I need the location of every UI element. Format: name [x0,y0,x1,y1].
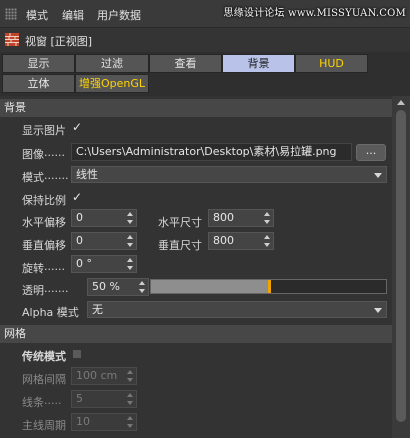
v-size-input[interactable]: 800 [208,232,274,250]
rotate-value: 0 ° [76,257,92,270]
tab-filter[interactable]: 过滤 [75,54,149,73]
mode-label-dots: ....... [44,169,69,182]
section-background-header[interactable]: 背景 [0,99,392,117]
keep-ratio-label: 保持比例 [22,194,66,207]
slider-handle[interactable] [268,280,271,293]
h-size-label: 水平尺寸 [158,216,202,229]
section-grid-header[interactable]: 网格 [0,325,392,343]
image-path-field[interactable]: C:\Users\Administrator\Desktop\素材\易拉罐.pn… [71,143,352,161]
v-size-label: 垂直尺寸 [158,239,202,252]
major-line-label: 主线周期 [22,419,66,432]
h-offset-label: 水平偏移 [22,216,66,229]
chevron-down-icon [374,308,382,313]
stepper-arrows-icon[interactable] [127,393,133,405]
alpha-mode-label: Alpha 模式 [22,306,79,319]
alpha-mode-dropdown[interactable]: 无 [87,301,387,318]
grid-spacing-value: 100 cm [76,369,118,382]
rotate-input[interactable]: 0 ° [71,255,137,273]
v-offset-value: 0 [76,234,83,247]
stepper-arrows-icon[interactable] [127,258,133,270]
mode-label: 模式 [22,171,44,184]
stepper-arrows-icon[interactable] [264,235,270,247]
mode-dropdown[interactable]: 线性 [71,166,387,183]
menu-mode[interactable]: 模式 [26,7,48,23]
legacy-mode-label: 传统模式 [22,350,66,363]
watermark: 思缘设计论坛 www.MISSYUAN.COM [223,8,406,19]
grid-spacing-input[interactable]: 100 cm [71,367,137,385]
rotate-label-dots: ...... [44,260,65,273]
stepper-arrows-icon[interactable] [127,212,133,224]
tab-background[interactable]: 背景 [222,54,295,73]
grid-lines-input[interactable]: 5 [71,390,137,408]
show-image-label: 显示图片 [22,124,66,137]
major-line-value: 10 [76,415,90,428]
h-size-input[interactable]: 800 [208,209,274,227]
brick-wall-icon [5,33,19,46]
browse-button[interactable]: ... [356,144,386,161]
alpha-mode-value: 无 [92,303,103,316]
menu-edit[interactable]: 编辑 [62,7,84,23]
grid-spacing-label: 网格间隔 [22,373,66,386]
slider-track-empty [269,280,386,293]
tab-stereo[interactable]: 立体 [2,74,75,93]
mode-dropdown-value: 线性 [76,168,98,181]
tab-hud[interactable]: HUD [295,54,368,73]
grid-lines-label: 线条 [22,396,44,409]
v-offset-label: 垂直偏移 [22,239,66,252]
scroll-up-arrow-icon[interactable] [397,100,405,105]
show-image-checkbox[interactable]: ✓ [72,120,82,134]
rotate-label: 旋转 [22,262,44,275]
tab-enhanced-opengl[interactable]: 增强OpenGL [75,74,149,93]
attributes-panel: 背景 显示图片 ✓ 图像 ...... C:\Users\Administrat… [0,96,392,438]
stepper-arrows-icon[interactable] [127,416,133,428]
stepper-arrows-icon[interactable] [264,212,270,224]
stepper-arrows-icon[interactable] [139,281,145,293]
v-offset-input[interactable]: 0 [71,232,137,250]
transparency-slider[interactable] [150,279,387,294]
grid-lines-label-dots: ..... [44,394,62,407]
transparency-label-dots: ....... [44,282,69,295]
tab-view[interactable]: 查看 [149,54,222,73]
stepper-arrows-icon[interactable] [127,370,133,382]
h-offset-value: 0 [76,211,83,224]
major-line-input[interactable]: 10 [71,413,137,431]
tab-display[interactable]: 显示 [2,54,75,73]
scroll-thumb[interactable] [396,110,406,422]
menu-user-data[interactable]: 用户数据 [97,7,141,23]
grip-icon[interactable] [5,8,17,20]
menu-bar: 模式 编辑 用户数据 思缘设计论坛 www.MISSYUAN.COM [0,0,410,28]
page-title: 视窗 [正视图] [25,35,93,48]
keep-ratio-checkbox[interactable]: ✓ [72,190,82,204]
transparency-value: 50 % [92,280,120,293]
v-size-value: 800 [213,234,234,247]
grid-lines-value: 5 [76,392,83,405]
h-offset-input[interactable]: 0 [71,209,137,227]
stepper-arrows-icon[interactable] [127,235,133,247]
vertical-scrollbar[interactable] [392,96,410,438]
h-size-value: 800 [213,211,234,224]
legacy-mode-checkbox[interactable] [72,349,82,359]
chevron-down-icon [374,173,382,178]
image-label: 图像 [22,148,44,161]
transparency-label: 透明 [22,284,44,297]
image-label-dots: ...... [44,146,65,159]
transparency-input[interactable]: 50 % [87,278,149,296]
title-bar: 视窗 [正视图] [0,28,410,52]
